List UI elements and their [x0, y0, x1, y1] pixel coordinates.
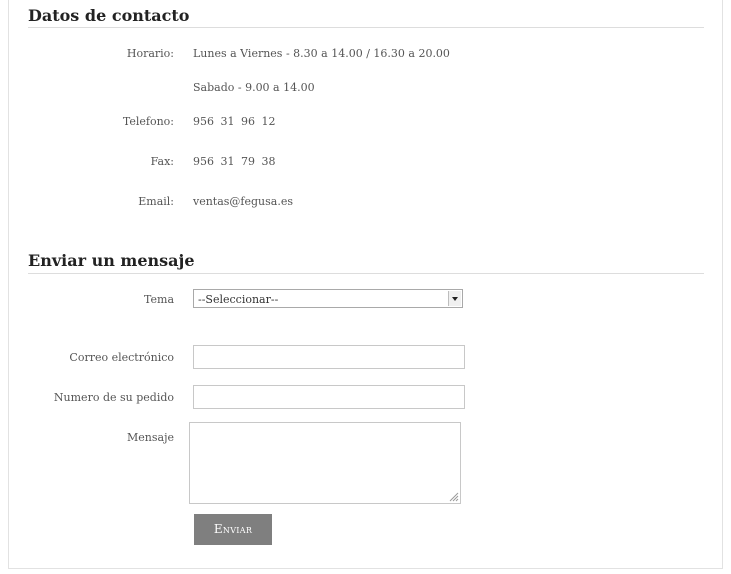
order-number-label: Numero de su pedido [53, 391, 174, 404]
fax-label: Fax: [150, 155, 174, 168]
resize-grip-icon[interactable] [449, 492, 459, 502]
hours-label: Horario: [126, 47, 174, 60]
topic-select-value: --Seleccionar-- [198, 293, 279, 306]
topic-label: Tema [144, 293, 174, 306]
message-textarea[interactable] [189, 422, 461, 504]
message-heading: Enviar un mensaje [28, 251, 195, 270]
hours-value-saturday: Sabado - 9.00 a 14.00 [193, 81, 315, 94]
topic-select[interactable]: --Seleccionar-- [193, 289, 463, 308]
message-label: Mensaje [127, 431, 174, 444]
contact-heading: Datos de contacto [28, 6, 190, 25]
submit-button[interactable]: Enviar [194, 514, 272, 545]
email-field-label: Correo electrónico [69, 351, 174, 364]
fax-value: 956 31 79 38 [193, 155, 276, 168]
order-number-field[interactable] [193, 385, 465, 409]
email-value: ventas@fegusa.es [193, 195, 293, 208]
phone-label: Telefono: [122, 115, 174, 128]
email-label: Email: [138, 195, 174, 208]
hours-value-weekdays: Lunes a Viernes - 8.30 a 14.00 / 16.30 a… [193, 47, 450, 60]
phone-value: 956 31 96 12 [193, 115, 276, 128]
email-field[interactable] [193, 345, 465, 369]
contact-divider [28, 27, 704, 28]
chevron-down-icon[interactable] [448, 291, 461, 306]
message-divider [28, 273, 704, 274]
